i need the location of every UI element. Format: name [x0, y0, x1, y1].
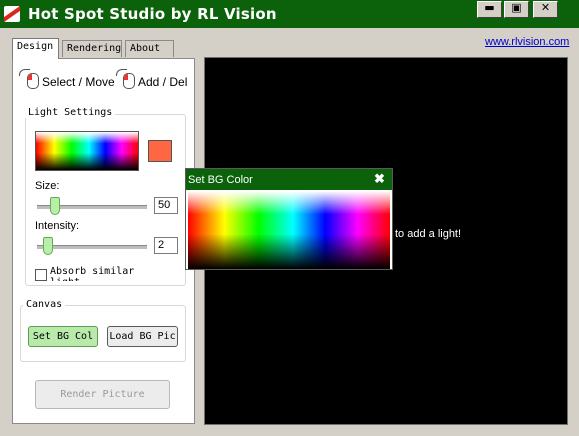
set-bg-color-button[interactable]: Set BG Col: [28, 326, 98, 347]
select-move-mode[interactable]: Select / Move: [42, 75, 115, 89]
add-del-mode[interactable]: Add / Del: [138, 75, 187, 89]
website-link[interactable]: www.rlvision.com: [485, 36, 569, 48]
intensity-slider-thumb[interactable]: [42, 237, 53, 255]
close-icon: ✕: [540, 1, 551, 14]
tab-about[interactable]: About: [125, 40, 174, 57]
intensity-value-field[interactable]: 2: [154, 237, 178, 254]
absorb-checkbox[interactable]: [35, 269, 47, 281]
load-bg-picture-button[interactable]: Load BG Pic: [107, 326, 178, 347]
app-window: Hot Spot Studio by RL Vision ▬ ▣ ✕ Desig…: [0, 0, 579, 436]
popup-title-bar[interactable]: Set BG Color ✖: [186, 169, 392, 190]
popup-title: Set BG Color: [188, 174, 253, 186]
size-value-field[interactable]: 50: [154, 197, 178, 214]
canvas-group-title: Canvas: [23, 299, 66, 310]
tab-design[interactable]: Design: [12, 38, 59, 59]
maximize-icon: ▣: [511, 1, 522, 14]
close-button[interactable]: ✕: [533, 1, 558, 18]
size-label: Size:: [35, 180, 60, 192]
minimize-icon: ▬: [484, 1, 495, 14]
mouse-icon: [123, 73, 135, 89]
intensity-label: Intensity:: [35, 220, 80, 232]
render-picture-button[interactable]: Render Picture: [35, 380, 170, 409]
mouse-icon: [27, 73, 39, 89]
light-settings-title: Light Settings: [25, 107, 116, 118]
light-color-picker[interactable]: [35, 131, 139, 171]
light-color-swatch[interactable]: [148, 140, 172, 162]
canvas-hint-text: to add a light!: [395, 228, 462, 240]
maximize-button[interactable]: ▣: [504, 1, 529, 18]
bg-color-picker[interactable]: [188, 191, 390, 269]
close-icon[interactable]: ✖: [374, 171, 385, 187]
window-title: Hot Spot Studio by RL Vision: [28, 5, 277, 23]
design-panel: Select / Move Add / Del Light Settings S…: [12, 58, 195, 424]
app-logo-icon: [4, 6, 20, 22]
absorb-label: Absorb similar light: [50, 266, 135, 281]
title-bar[interactable]: Hot Spot Studio by RL Vision ▬ ▣ ✕: [0, 0, 579, 28]
intensity-slider-track[interactable]: [37, 245, 147, 249]
size-slider-thumb[interactable]: [50, 197, 61, 215]
tab-rendering[interactable]: Rendering: [62, 40, 122, 57]
set-bg-color-popup: Set BG Color ✖: [185, 168, 393, 270]
minimize-button[interactable]: ▬: [477, 1, 502, 18]
